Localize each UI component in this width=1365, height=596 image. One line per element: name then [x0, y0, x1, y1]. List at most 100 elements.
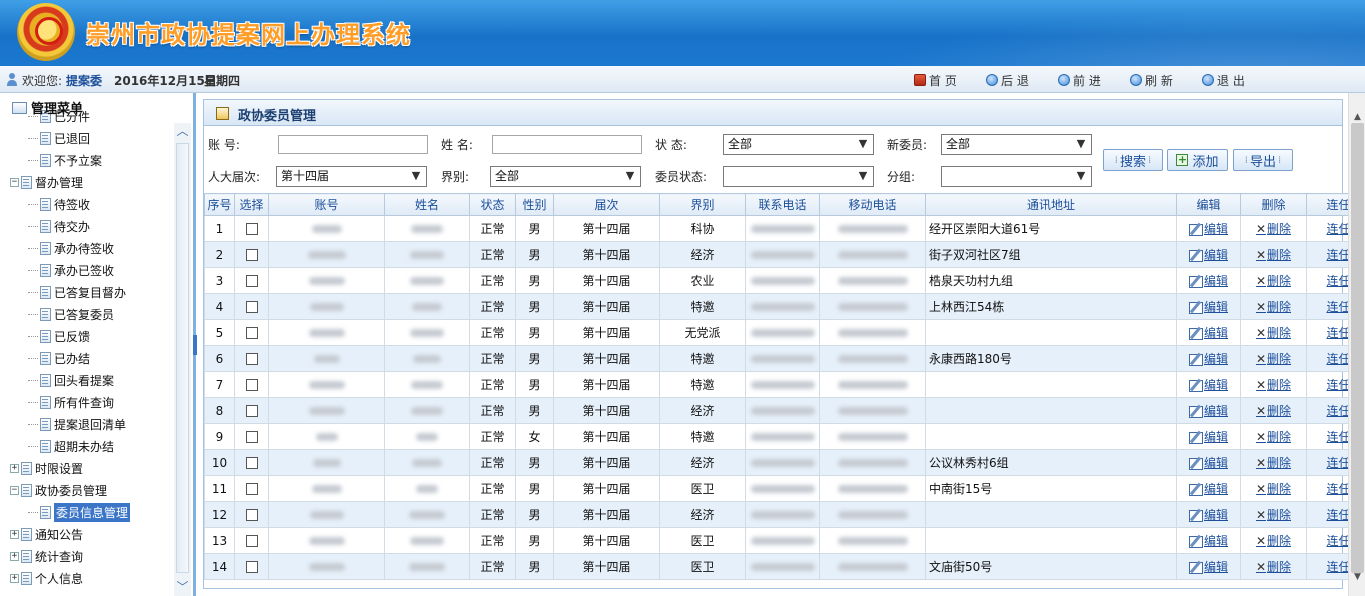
delete-link[interactable]: ✕删除 — [1256, 326, 1291, 340]
group-select[interactable]: ▼ — [941, 166, 1092, 187]
row-checkbox[interactable] — [245, 223, 258, 235]
scroll-up-icon[interactable]: ▲ — [1352, 112, 1363, 123]
back-button[interactable]: 后 退 — [986, 71, 1029, 89]
reappoint-link[interactable]: 连任 — [1326, 222, 1348, 236]
reappoint-link[interactable]: 连任 — [1326, 482, 1348, 496]
session-select[interactable]: 第十四届 ▼ — [276, 166, 427, 187]
reappoint-link[interactable]: 连任 — [1326, 456, 1348, 470]
sidebar-item[interactable]: 已退回 — [28, 128, 90, 148]
delete-link[interactable]: ✕删除 — [1256, 378, 1291, 392]
row-checkbox[interactable] — [245, 535, 258, 547]
edit-link[interactable]: 编辑 — [1188, 248, 1228, 262]
sidebar-item[interactable]: 待签收 — [28, 194, 90, 214]
scroll-down-icon[interactable]: ▼ — [1352, 572, 1363, 583]
name-input[interactable] — [492, 135, 642, 154]
sidebar-item[interactable]: 已反馈 — [28, 326, 90, 346]
sidebar-item[interactable]: − 督办管理 — [10, 172, 83, 192]
export-button[interactable]: ⁞ 导出 ⁞ — [1233, 149, 1293, 171]
sidebar-item[interactable]: 已答复委员 — [28, 304, 114, 324]
reappoint-link[interactable]: 连任 — [1326, 248, 1348, 262]
row-checkbox[interactable] — [245, 431, 258, 443]
edit-link[interactable]: 编辑 — [1188, 378, 1228, 392]
row-checkbox[interactable] — [245, 405, 258, 417]
sidebar-item[interactable]: 所有件查询 — [28, 392, 114, 412]
sidebar-item[interactable]: 提案退回清单 — [28, 414, 126, 434]
home-button[interactable]: 首 页 — [914, 71, 957, 89]
sidebar-item[interactable]: + 通知公告 — [10, 524, 83, 544]
delete-link[interactable]: ✕删除 — [1256, 274, 1291, 288]
reappoint-link[interactable]: 连任 — [1326, 534, 1348, 548]
sidebar-item[interactable]: 不予立案 — [28, 150, 102, 170]
edit-link[interactable]: 编辑 — [1188, 300, 1228, 314]
delete-link[interactable]: ✕删除 — [1256, 222, 1291, 236]
reappoint-link[interactable]: 连任 — [1326, 430, 1348, 444]
sidebar-item[interactable]: + 统计查询 — [10, 546, 83, 566]
main-scroll-thumb[interactable] — [1351, 123, 1364, 573]
row-checkbox[interactable] — [245, 379, 258, 391]
edit-link[interactable]: 编辑 — [1188, 404, 1228, 418]
delete-link[interactable]: ✕删除 — [1256, 560, 1291, 574]
collapse-icon[interactable]: − — [10, 177, 19, 187]
expand-icon[interactable]: + — [10, 551, 19, 561]
sector-select[interactable]: 全部 ▼ — [490, 166, 641, 187]
reappoint-link[interactable]: 连任 — [1326, 404, 1348, 418]
reappoint-link[interactable]: 连任 — [1326, 326, 1348, 340]
row-checkbox[interactable] — [245, 509, 258, 521]
account-input[interactable] — [278, 135, 428, 154]
edit-link[interactable]: 编辑 — [1188, 222, 1228, 236]
sidebar-item[interactable]: 待交办 — [28, 216, 90, 236]
sidebar-item[interactable]: 委员信息管理 — [28, 502, 131, 522]
member-status-select[interactable]: ▼ — [723, 166, 874, 187]
sidebar-splitter[interactable] — [193, 335, 197, 355]
sidebar-item[interactable]: 回头看提案 — [28, 370, 114, 390]
delete-link[interactable]: ✕删除 — [1256, 508, 1291, 522]
expand-icon[interactable]: + — [10, 463, 19, 473]
edit-link[interactable]: 编辑 — [1188, 326, 1228, 340]
reappoint-link[interactable]: 连任 — [1326, 560, 1348, 574]
delete-link[interactable]: ✕删除 — [1256, 248, 1291, 262]
row-checkbox[interactable] — [245, 301, 258, 313]
sidebar-item[interactable]: 承办已签收 — [28, 260, 114, 280]
reappoint-link[interactable]: 连任 — [1326, 352, 1348, 366]
delete-link[interactable]: ✕删除 — [1256, 430, 1291, 444]
search-button[interactable]: ⁞ 搜索 ⁞ — [1103, 149, 1163, 171]
reappoint-link[interactable]: 连任 — [1326, 508, 1348, 522]
row-checkbox[interactable] — [245, 353, 258, 365]
exit-button[interactable]: 退 出 — [1202, 71, 1245, 89]
sidebar-scrollbar[interactable]: ︿ ﹀ — [174, 123, 191, 596]
edit-link[interactable]: 编辑 — [1188, 482, 1228, 496]
reappoint-link[interactable]: 连任 — [1326, 274, 1348, 288]
edit-link[interactable]: 编辑 — [1188, 560, 1228, 574]
chevron-up-icon[interactable]: ︿ — [176, 125, 189, 138]
row-checkbox[interactable] — [245, 275, 258, 287]
collapse-icon[interactable]: − — [10, 485, 19, 495]
status-select[interactable]: 全部 ▼ — [723, 134, 874, 155]
sidebar-item[interactable]: 超期未办结 — [28, 436, 114, 456]
edit-link[interactable]: 编辑 — [1188, 456, 1228, 470]
reappoint-link[interactable]: 连任 — [1326, 378, 1348, 392]
reappoint-link[interactable]: 连任 — [1326, 300, 1348, 314]
edit-link[interactable]: 编辑 — [1188, 274, 1228, 288]
row-checkbox[interactable] — [245, 483, 258, 495]
edit-link[interactable]: 编辑 — [1188, 352, 1228, 366]
delete-link[interactable]: ✕删除 — [1256, 352, 1291, 366]
edit-link[interactable]: 编辑 — [1188, 508, 1228, 522]
forward-button[interactable]: 前 进 — [1058, 71, 1101, 89]
row-checkbox[interactable] — [245, 561, 258, 573]
chevron-down-icon[interactable]: ﹀ — [176, 581, 189, 594]
sidebar-item[interactable]: + 个人信息 — [10, 568, 83, 588]
new-member-select[interactable]: 全部 ▼ — [941, 134, 1092, 155]
refresh-button[interactable]: 刷 新 — [1130, 71, 1173, 89]
delete-link[interactable]: ✕删除 — [1256, 534, 1291, 548]
delete-link[interactable]: ✕删除 — [1256, 300, 1291, 314]
add-button[interactable]: + 添加 — [1167, 149, 1228, 171]
expand-icon[interactable]: + — [10, 573, 19, 583]
delete-link[interactable]: ✕删除 — [1256, 456, 1291, 470]
sidebar-item[interactable]: + 时限设置 — [10, 458, 83, 478]
main-scrollbar[interactable]: ▲ ▼ — [1348, 93, 1365, 596]
sidebar-item[interactable]: − 政协委员管理 — [10, 480, 107, 500]
sidebar-item[interactable]: 承办待签收 — [28, 238, 114, 258]
row-checkbox[interactable] — [245, 249, 258, 261]
edit-link[interactable]: 编辑 — [1188, 534, 1228, 548]
delete-link[interactable]: ✕删除 — [1256, 482, 1291, 496]
